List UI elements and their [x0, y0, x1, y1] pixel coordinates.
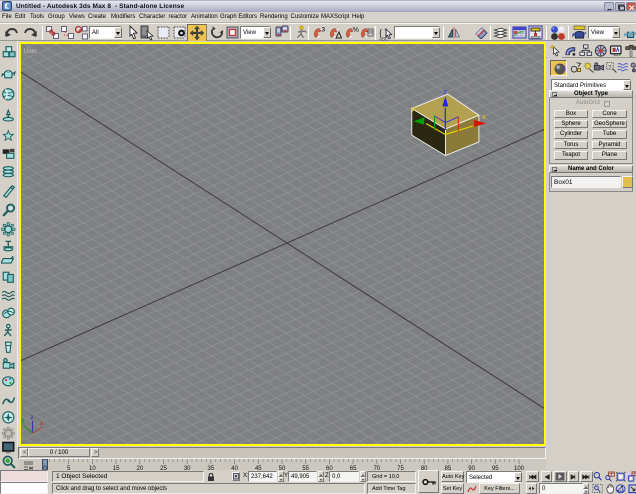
svg-text:z: z	[444, 89, 448, 96]
svg-text:%: %	[353, 27, 359, 34]
svg-text:y: y	[411, 106, 415, 113]
svg-text:z: z	[31, 415, 34, 421]
svg-text:x: x	[482, 114, 486, 121]
svg-text:User: User	[24, 49, 37, 55]
svg-text:?: ?	[608, 65, 611, 71]
svg-text:3: 3	[322, 27, 326, 34]
